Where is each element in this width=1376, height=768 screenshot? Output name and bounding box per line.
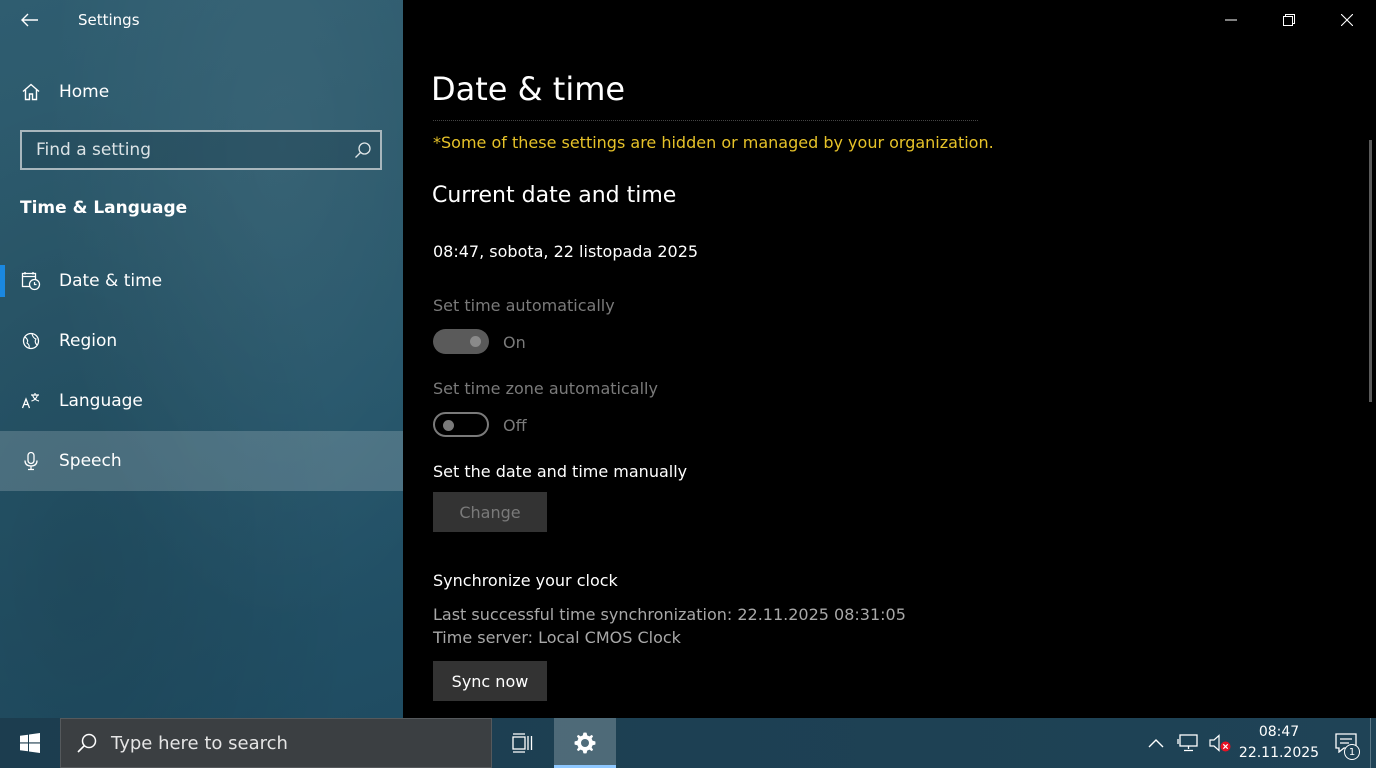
set-timezone-auto-toggle[interactable]	[433, 412, 489, 437]
set-time-auto-label: Set time automatically	[433, 296, 615, 315]
gear-icon	[574, 732, 596, 754]
sidebar-item-language[interactable]: Language	[0, 371, 403, 431]
task-view-button[interactable]	[492, 718, 554, 768]
current-date-value: 08:47, sobota, 22 listopada 2025	[433, 242, 699, 261]
clock-time: 08:47	[1258, 724, 1300, 740]
sidebar-item-date-time[interactable]: Date & time	[0, 251, 403, 311]
sidebar-item-label: Language	[59, 391, 143, 411]
toggle-knob	[443, 420, 454, 431]
show-hidden-icons-button[interactable]	[1140, 718, 1172, 768]
sidebar-item-label: Date & time	[59, 271, 163, 291]
set-timezone-auto-state: Off	[503, 416, 527, 435]
clock-date: 22.11.2025	[1238, 745, 1320, 761]
divider	[433, 120, 978, 121]
back-button[interactable]	[14, 6, 46, 34]
search-icon[interactable]	[346, 141, 380, 159]
notification-count-badge: 1	[1344, 744, 1360, 760]
chevron-up-icon	[1148, 739, 1164, 748]
nav-home[interactable]: Home	[0, 70, 403, 114]
app-title: Settings	[78, 11, 140, 29]
network-button[interactable]	[1172, 718, 1204, 768]
section-title: Time & Language	[20, 198, 188, 218]
microphone-icon	[20, 450, 42, 472]
toggle-knob	[470, 336, 481, 347]
system-tray: 08:47 22.11.2025 1	[1140, 718, 1376, 768]
action-center-button[interactable]: 1	[1322, 718, 1370, 768]
start-button[interactable]	[0, 718, 60, 768]
sidebar-item-label: Speech	[59, 451, 122, 471]
taskbar-settings-app[interactable]	[554, 718, 616, 768]
sidebar-item-speech[interactable]: Speech	[0, 431, 403, 491]
network-icon	[1177, 734, 1198, 752]
volume-muted-icon	[1209, 734, 1231, 752]
calendar-clock-icon	[20, 270, 42, 292]
scrollbar[interactable]	[1369, 140, 1372, 402]
search-input[interactable]	[22, 132, 346, 168]
main-content: Date & time *Some of these settings are …	[403, 0, 1376, 718]
restore-button[interactable]	[1260, 0, 1318, 40]
taskbar-search-placeholder: Type here to search	[111, 732, 288, 754]
close-button[interactable]	[1318, 0, 1376, 40]
back-arrow-icon	[21, 13, 38, 27]
window-controls	[1202, 0, 1376, 40]
minimize-button[interactable]	[1202, 0, 1260, 40]
restore-icon	[1283, 14, 1295, 26]
sync-heading: Synchronize your clock	[433, 571, 618, 590]
titlebar-left: Settings	[0, 0, 403, 40]
change-button[interactable]: Change	[433, 492, 547, 532]
task-view-icon	[512, 733, 533, 753]
time-server-info: Time server: Local CMOS Clock	[433, 628, 681, 647]
taskbar-search[interactable]: Type here to search	[60, 718, 492, 768]
last-sync-info: Last successful time synchronization: 22…	[433, 605, 906, 624]
sidebar-item-region[interactable]: Region	[0, 311, 403, 371]
volume-button[interactable]	[1204, 718, 1236, 768]
manual-date-label: Set the date and time manually	[433, 462, 688, 481]
taskbar: Type here to search 08:47 22.11.2025 1	[0, 718, 1376, 768]
close-icon	[1341, 14, 1353, 26]
set-time-auto-state: On	[503, 333, 526, 352]
page-title: Date & time	[431, 70, 626, 108]
taskbar-clock[interactable]: 08:47 22.11.2025	[1236, 722, 1322, 764]
nav-home-label: Home	[59, 82, 110, 102]
find-setting-search[interactable]	[20, 130, 382, 170]
search-icon	[75, 731, 99, 755]
set-timezone-auto-label: Set time zone automatically	[433, 379, 658, 398]
current-date-heading: Current date and time	[432, 183, 677, 208]
globe-icon	[20, 330, 42, 352]
show-desktop-button[interactable]	[1370, 718, 1376, 768]
minimize-icon	[1225, 19, 1237, 21]
sync-now-button[interactable]: Sync now	[433, 661, 547, 701]
language-icon	[20, 390, 42, 412]
sidebar-item-label: Region	[59, 331, 118, 351]
windows-logo-icon	[20, 733, 40, 753]
organization-notice: *Some of these settings are hidden or ma…	[433, 133, 994, 152]
sidebar: Settings Home Time & Language	[0, 0, 403, 718]
set-time-auto-toggle[interactable]	[433, 329, 489, 354]
home-icon	[20, 81, 42, 103]
